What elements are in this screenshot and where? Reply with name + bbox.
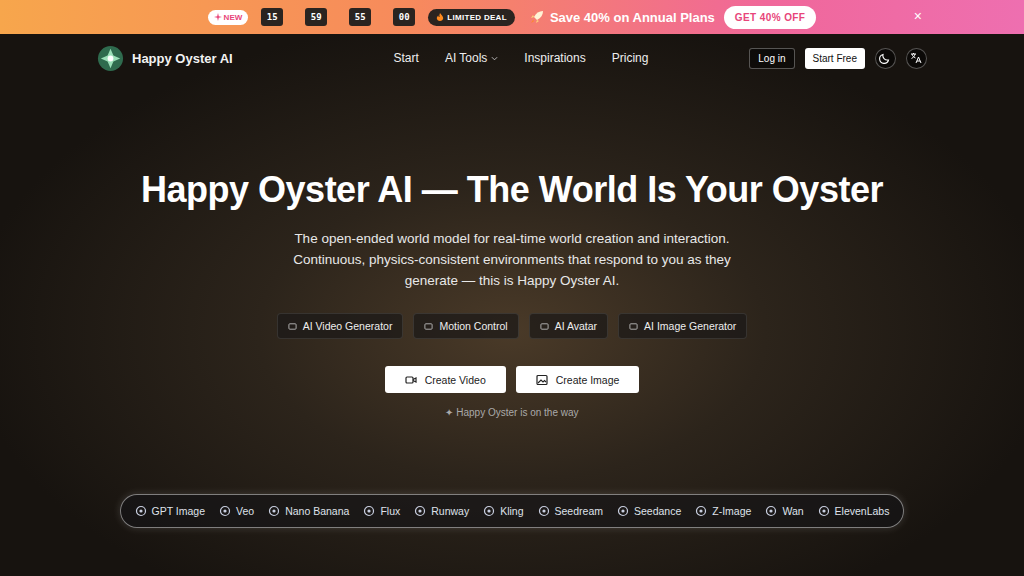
model-item[interactable]: Z-Image (695, 505, 751, 517)
new-badge: NEW (208, 10, 249, 25)
tool-chips: AI Video Generator Motion Control AI Ava… (277, 313, 748, 339)
nav-links: Start AI Tools Inspirations Pricing (394, 51, 649, 65)
model-logo-icon (363, 505, 375, 517)
model-item[interactable]: Runway (414, 505, 469, 517)
model-logo-icon (268, 505, 280, 517)
countdown-box: 55 (349, 8, 371, 26)
model-logo-icon (538, 505, 550, 517)
model-logo-icon (135, 505, 147, 517)
login-button[interactable]: Log in (749, 48, 794, 69)
tool-chip[interactable]: AI Avatar (529, 313, 608, 339)
hero-buttons: Create Video Create Image (385, 366, 640, 393)
model-item[interactable]: GPT Image (135, 505, 206, 517)
model-logo-icon (414, 505, 426, 517)
deal-badge: LIMITED DEAL (428, 9, 515, 26)
tool-icon (540, 322, 549, 331)
tool-icon (629, 322, 638, 331)
model-strip: GPT Image Veo Nano Banana Flux Runway Kl… (120, 494, 905, 528)
model-logo-icon (818, 505, 830, 517)
model-logo-icon (483, 505, 495, 517)
translate-icon (910, 52, 922, 64)
image-icon (536, 374, 548, 386)
model-item[interactable]: Seedance (617, 505, 681, 517)
chevron-down-icon (491, 55, 498, 62)
rocket-icon (530, 10, 544, 24)
model-item[interactable]: Seedream (538, 505, 603, 517)
model-item[interactable]: Wan (765, 505, 803, 517)
tool-chip[interactable]: AI Image Generator (618, 313, 747, 339)
get-discount-button[interactable]: GET 40% OFF (724, 6, 817, 29)
video-icon (405, 374, 417, 386)
oyster-logo-icon (97, 45, 124, 72)
model-item[interactable]: Nano Banana (268, 505, 349, 517)
countdown: 15 59 55 00 (261, 8, 415, 26)
language-button[interactable] (906, 48, 927, 69)
tool-chip[interactable]: Motion Control (413, 313, 518, 339)
moon-icon (879, 52, 891, 64)
model-logo-icon (219, 505, 231, 517)
start-free-button[interactable]: Start Free (805, 48, 865, 69)
close-banner-button[interactable]: × (912, 8, 924, 24)
hero-title: Happy Oyster AI — The World Is Your Oyst… (141, 168, 883, 212)
tool-icon (424, 322, 433, 331)
top-nav: Happy Oyster AI Start AI Tools Inspirati… (97, 34, 927, 82)
tool-chip[interactable]: AI Video Generator (277, 313, 404, 339)
hero-note: ✦ Happy Oyster is on the way (445, 407, 578, 418)
create-button[interactable]: Create Image (516, 366, 640, 393)
nav-link[interactable]: Pricing (612, 51, 649, 65)
promo-text: Save 40% on Annual Plans (530, 10, 715, 25)
nav-actions: Log in Start Free (749, 48, 927, 69)
fire-icon (436, 13, 444, 21)
countdown-box: 00 (393, 8, 415, 26)
brand[interactable]: Happy Oyster AI (97, 45, 233, 72)
model-item[interactable]: Kling (483, 505, 523, 517)
countdown-box: 15 (261, 8, 283, 26)
promo-banner: NEW 15 59 55 00 LIMITED DEAL Save 40% on An… (0, 0, 1024, 34)
hero: Happy Oyster AI Start AI Tools Inspirati… (0, 34, 1024, 576)
nav-link[interactable]: Start (394, 51, 419, 65)
model-item[interactable]: ElevenLabs (818, 505, 890, 517)
hero-subtitle: The open-ended world model for real-time… (293, 228, 731, 291)
countdown-box: 59 (305, 8, 327, 26)
tool-icon (288, 322, 297, 331)
model-logo-icon (765, 505, 777, 517)
model-logo-icon (617, 505, 629, 517)
create-button[interactable]: Create Video (385, 366, 506, 393)
sparkle-icon (214, 13, 222, 21)
theme-toggle-button[interactable] (875, 48, 896, 69)
model-item[interactable]: Flux (363, 505, 400, 517)
nav-link[interactable]: Inspirations (524, 51, 585, 65)
model-logo-icon (695, 505, 707, 517)
page: NEW 15 59 55 00 LIMITED DEAL Save 40% on An… (0, 0, 1024, 576)
model-item[interactable]: Veo (219, 505, 254, 517)
nav-link[interactable]: AI Tools (445, 51, 498, 65)
